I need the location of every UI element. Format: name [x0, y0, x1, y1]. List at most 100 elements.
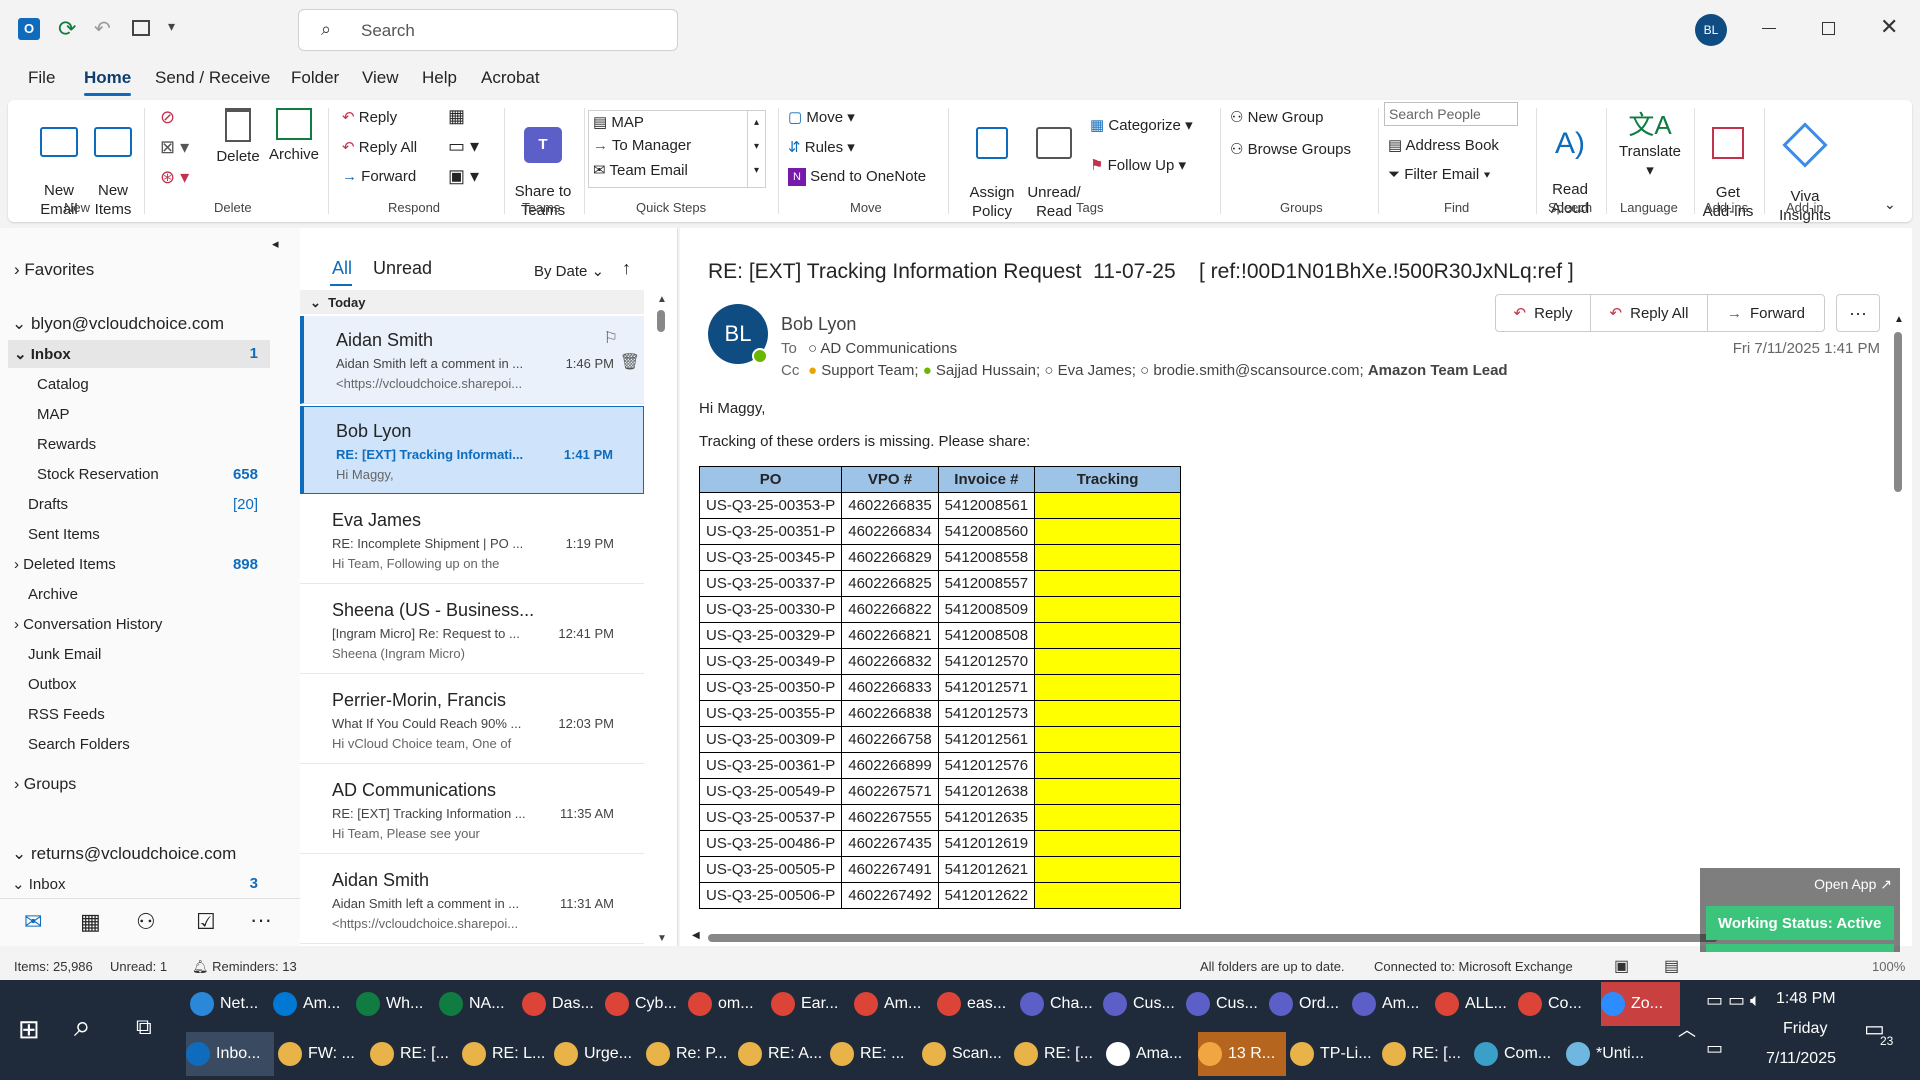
tasks-icon[interactable]: ☑ — [196, 909, 216, 935]
filter-all-tab[interactable]: All — [332, 258, 352, 279]
taskbar-app[interactable]: Cus... — [1103, 982, 1182, 1026]
folder-junk-email[interactable]: Junk Email — [28, 646, 101, 663]
to-recipient[interactable]: ○ AD Communications — [808, 340, 957, 357]
im-icon[interactable]: ▭ ▾ — [448, 136, 479, 157]
forward-button-reading[interactable]: → Forward — [1707, 294, 1825, 332]
groups-folder[interactable]: › Groups — [14, 776, 76, 794]
more-apps-icon[interactable]: ··· — [250, 907, 272, 933]
account-returns[interactable]: ⌄ returns@vcloudchoice.com — [12, 844, 236, 864]
taskbar-app[interactable]: Com... — [1474, 1032, 1562, 1076]
taskbar-app[interactable]: RE: ... — [830, 1032, 918, 1076]
follow-up-button[interactable]: ⚑ Follow Up ▾ — [1090, 156, 1186, 174]
folder-rewards[interactable]: Rewards — [37, 436, 96, 453]
message-item[interactable]: Sheena (US - Business... [Ingram Micro] … — [300, 586, 644, 674]
flag-icon[interactable]: ⚐ — [604, 328, 618, 348]
taskbar-app[interactable]: ALL... — [1435, 982, 1514, 1026]
message-item[interactable]: Bob Lyon RE: [EXT] Tracking Informati...… — [300, 406, 644, 494]
taskbar-app[interactable]: Cha... — [1020, 982, 1099, 1026]
folder-map[interactable]: MAP — [37, 406, 70, 423]
folder-stock-reservation[interactable]: Stock Reservation — [37, 466, 159, 483]
sort-by-date[interactable]: By Date ⌄ — [534, 262, 604, 280]
folder-inbox-returns[interactable]: ⌄ Inbox — [12, 875, 65, 893]
taskbar-app[interactable]: RE: A... — [738, 1032, 826, 1076]
minimize-icon[interactable] — [1762, 28, 1776, 29]
favorites-folder[interactable]: › Favorites — [14, 260, 94, 280]
undo-icon[interactable]: ↶ — [94, 16, 111, 41]
reminders[interactable]: 🔔︎ Reminders: 13 — [192, 959, 297, 975]
taskbar-app[interactable]: Ear... — [771, 982, 850, 1026]
message-item[interactable]: Eva James RE: Incomplete Shipment | PO .… — [300, 496, 644, 584]
reply-button[interactable]: ↶ Reply — [342, 108, 397, 126]
delete-button[interactable]: Delete — [208, 108, 268, 166]
taskbar-app[interactable]: Cyb... — [605, 982, 684, 1026]
new-items-button[interactable]: New Items — [84, 108, 142, 219]
taskbar-app[interactable]: RE: [... — [1382, 1032, 1470, 1076]
search-box[interactable]: ⌕ Search — [298, 9, 678, 51]
message-item[interactable]: Aidan Smith Aidan Smith left a comment i… — [300, 856, 644, 944]
filter-unread-tab[interactable]: Unread — [373, 258, 432, 279]
assign-policy-button[interactable]: Assign Policy — [958, 108, 1026, 221]
tab-help[interactable]: Help — [422, 68, 457, 88]
tray-chevron-icon[interactable]: ︿ — [1678, 1016, 1696, 1042]
reply-all-button-reading[interactable]: ↶ Reply All — [1590, 294, 1708, 332]
calendar-icon[interactable]: ▦ — [80, 909, 101, 935]
reply-button-reading[interactable]: ↶ Reply — [1495, 294, 1591, 332]
open-app-button[interactable]: Open App ↗ — [1814, 876, 1892, 893]
cc-brodie[interactable]: brodie.smith@scansource.com; — [1153, 362, 1363, 379]
reply-all-button[interactable]: ↶ Reply All — [342, 138, 417, 156]
cc-eva[interactable]: Eva James; — [1058, 362, 1136, 379]
tab-acrobat[interactable]: Acrobat — [481, 68, 540, 88]
archive-button[interactable]: Archive — [262, 108, 326, 164]
taskbar-app[interactable]: Zo... — [1601, 982, 1680, 1026]
message-item[interactable]: Perrier-Morin, Francis What If You Could… — [300, 676, 644, 764]
taskbar-app[interactable]: Cus... — [1186, 982, 1265, 1026]
collapse-ribbon-icon[interactable]: ⌄ — [1884, 196, 1896, 213]
sender-name[interactable]: Bob Lyon — [781, 314, 856, 335]
rules-button[interactable]: ⇵ Rules ▾ — [788, 138, 855, 156]
folder-deleted-items[interactable]: › Deleted Items — [14, 556, 116, 573]
cleanup-icon[interactable]: ⊠ ▾ — [160, 138, 189, 157]
ignore-icon[interactable]: ⊘ — [160, 108, 175, 127]
folder-conversation-history[interactable]: › Conversation History — [14, 616, 162, 633]
quick-step-team-email[interactable]: ✉ Team Email — [593, 161, 688, 179]
forward-button[interactable]: → Forward — [342, 168, 416, 185]
taskbar-app[interactable]: Ord... — [1269, 982, 1348, 1026]
close-icon[interactable]: ✕ — [1880, 14, 1898, 40]
folder-catalog[interactable]: Catalog — [37, 376, 89, 393]
collapse-pane-icon[interactable]: ◂ — [272, 236, 279, 252]
address-book-button[interactable]: ▤ Address Book — [1388, 136, 1499, 154]
list-scrollbar[interactable]: ▲ ▼ — [656, 294, 667, 944]
taskbar-app[interactable]: FW: ... — [278, 1032, 366, 1076]
task-view-icon[interactable]: ⧉ — [136, 1014, 152, 1040]
taskbar-app[interactable]: Das... — [522, 982, 601, 1026]
delete-message-icon[interactable]: 🗑︎ — [620, 352, 640, 372]
tray-icons[interactable]: ▭ ▭ 🔈︎ — [1706, 990, 1761, 1011]
taskbar-app[interactable]: Am... — [273, 982, 352, 1026]
tab-send-receive[interactable]: Send / Receive — [155, 68, 270, 88]
taskbar-app[interactable]: *Unti... — [1566, 1032, 1654, 1076]
taskbar-app[interactable]: Urge... — [554, 1032, 642, 1076]
taskbar-app[interactable]: Am... — [1352, 982, 1431, 1026]
more-respond-icon[interactable]: ▣ ▾ — [448, 166, 479, 187]
taskbar-app[interactable]: RE: [... — [370, 1032, 458, 1076]
sort-direction-icon[interactable]: ↑ — [622, 258, 631, 279]
reading-scrollbar-v[interactable]: ▲ — [1892, 314, 1904, 926]
taskbar-app[interactable]: Am... — [854, 982, 933, 1026]
taskbar-app[interactable]: Inbo... — [186, 1032, 274, 1076]
junk-icon[interactable]: ⊛ ▾ — [160, 168, 189, 187]
account-blyon[interactable]: ⌄ blyon@vcloudchoice.com — [12, 314, 224, 334]
customize-qat-icon[interactable]: ▾ — [168, 18, 175, 35]
tab-home[interactable]: Home — [84, 68, 132, 96]
tab-folder[interactable]: Folder — [291, 68, 339, 88]
folder-search-folders[interactable]: Search Folders — [28, 736, 130, 753]
browse-groups-button[interactable]: ⚇ Browse Groups — [1230, 140, 1351, 158]
mail-icon[interactable]: ✉ — [24, 909, 42, 935]
translate-button[interactable]: 文A Translate ▾ — [1608, 108, 1692, 180]
folder-drafts[interactable]: Drafts — [28, 496, 68, 513]
avatar[interactable]: BL — [1695, 14, 1727, 46]
taskbar-app[interactable]: RE: [... — [1014, 1032, 1102, 1076]
people-icon[interactable]: ⚇ — [136, 909, 156, 935]
taskbar-app[interactable]: TP-Li... — [1290, 1032, 1378, 1076]
quick-steps-gallery[interactable]: ▤ MAP → To Manager ✉ Team Email ▴ ▾ ▾ — [588, 110, 766, 188]
taskbar-app[interactable]: Net... — [190, 982, 269, 1026]
